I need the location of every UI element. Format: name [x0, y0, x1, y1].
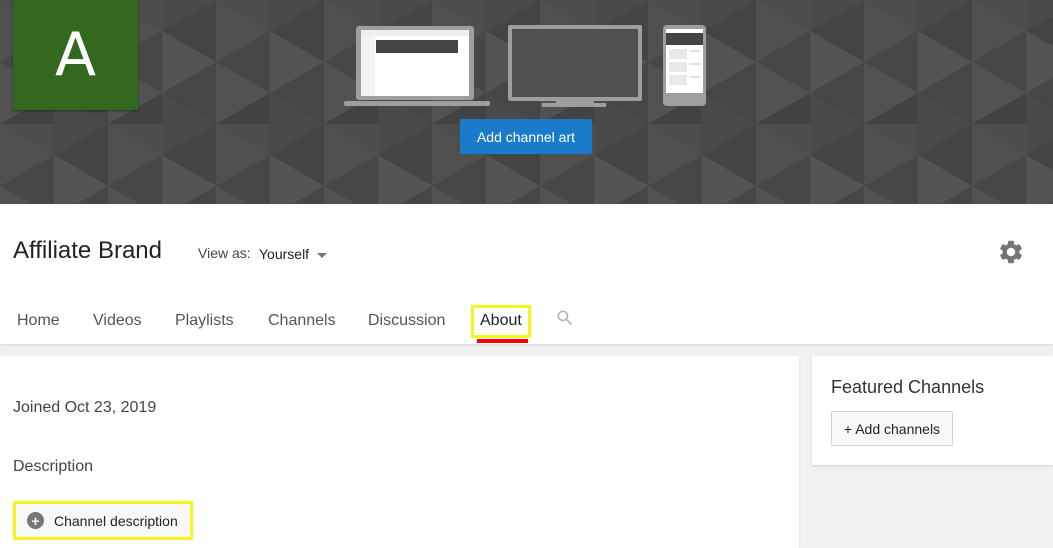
description-heading: Description	[13, 458, 94, 475]
channel-title: Affiliate Brand	[13, 237, 162, 264]
about-card: Joined Oct 23, 2019 Description + Channe…	[0, 356, 799, 548]
phone-preview-icon	[663, 25, 706, 106]
avatar-letter: A	[54, 20, 97, 90]
channel-tabs: Home Videos Playlists Channels Discussio…	[0, 302, 620, 344]
view-as-value: Yourself	[259, 246, 310, 262]
tab-label: Home	[17, 312, 60, 329]
tab-label: Videos	[93, 312, 142, 329]
tab-label: About	[480, 312, 522, 329]
plus-circle-icon: +	[27, 512, 44, 529]
channel-banner: A Add channel art	[0, 0, 1053, 204]
active-tab-indicator	[477, 339, 528, 343]
tab-about[interactable]: About	[480, 302, 522, 344]
channel-avatar[interactable]: A	[13, 0, 138, 110]
caret-down-icon	[317, 252, 328, 258]
tv-preview-icon	[508, 25, 642, 107]
add-channels-button[interactable]: + Add channels	[831, 411, 953, 446]
tab-label: Channels	[268, 312, 336, 329]
gear-icon[interactable]	[997, 238, 1025, 266]
tab-label: Discussion	[368, 312, 446, 329]
featured-channels-card: Featured Channels + Add channels	[812, 356, 1053, 465]
view-as-label: View as:	[198, 245, 251, 261]
featured-channels-title: Featured Channels	[831, 377, 985, 397]
laptop-preview-icon	[344, 26, 490, 106]
channel-header: Affiliate Brand View as: Yourself Home V…	[0, 204, 1053, 344]
joined-date: Joined Oct 23, 2019	[13, 399, 157, 416]
channel-description-label: Channel description	[54, 512, 178, 529]
tab-home[interactable]: Home	[17, 302, 60, 344]
tab-channels[interactable]: Channels	[268, 302, 336, 344]
tab-videos[interactable]: Videos	[93, 302, 142, 344]
add-channel-art-button[interactable]: Add channel art	[460, 119, 592, 154]
tab-discussion[interactable]: Discussion	[368, 302, 445, 344]
channel-description-button[interactable]: + Channel description	[16, 504, 190, 537]
tab-label: Playlists	[175, 312, 234, 329]
search-icon[interactable]	[555, 308, 575, 328]
view-as-dropdown[interactable]: Yourself	[259, 246, 328, 262]
tab-playlists[interactable]: Playlists	[175, 302, 234, 344]
